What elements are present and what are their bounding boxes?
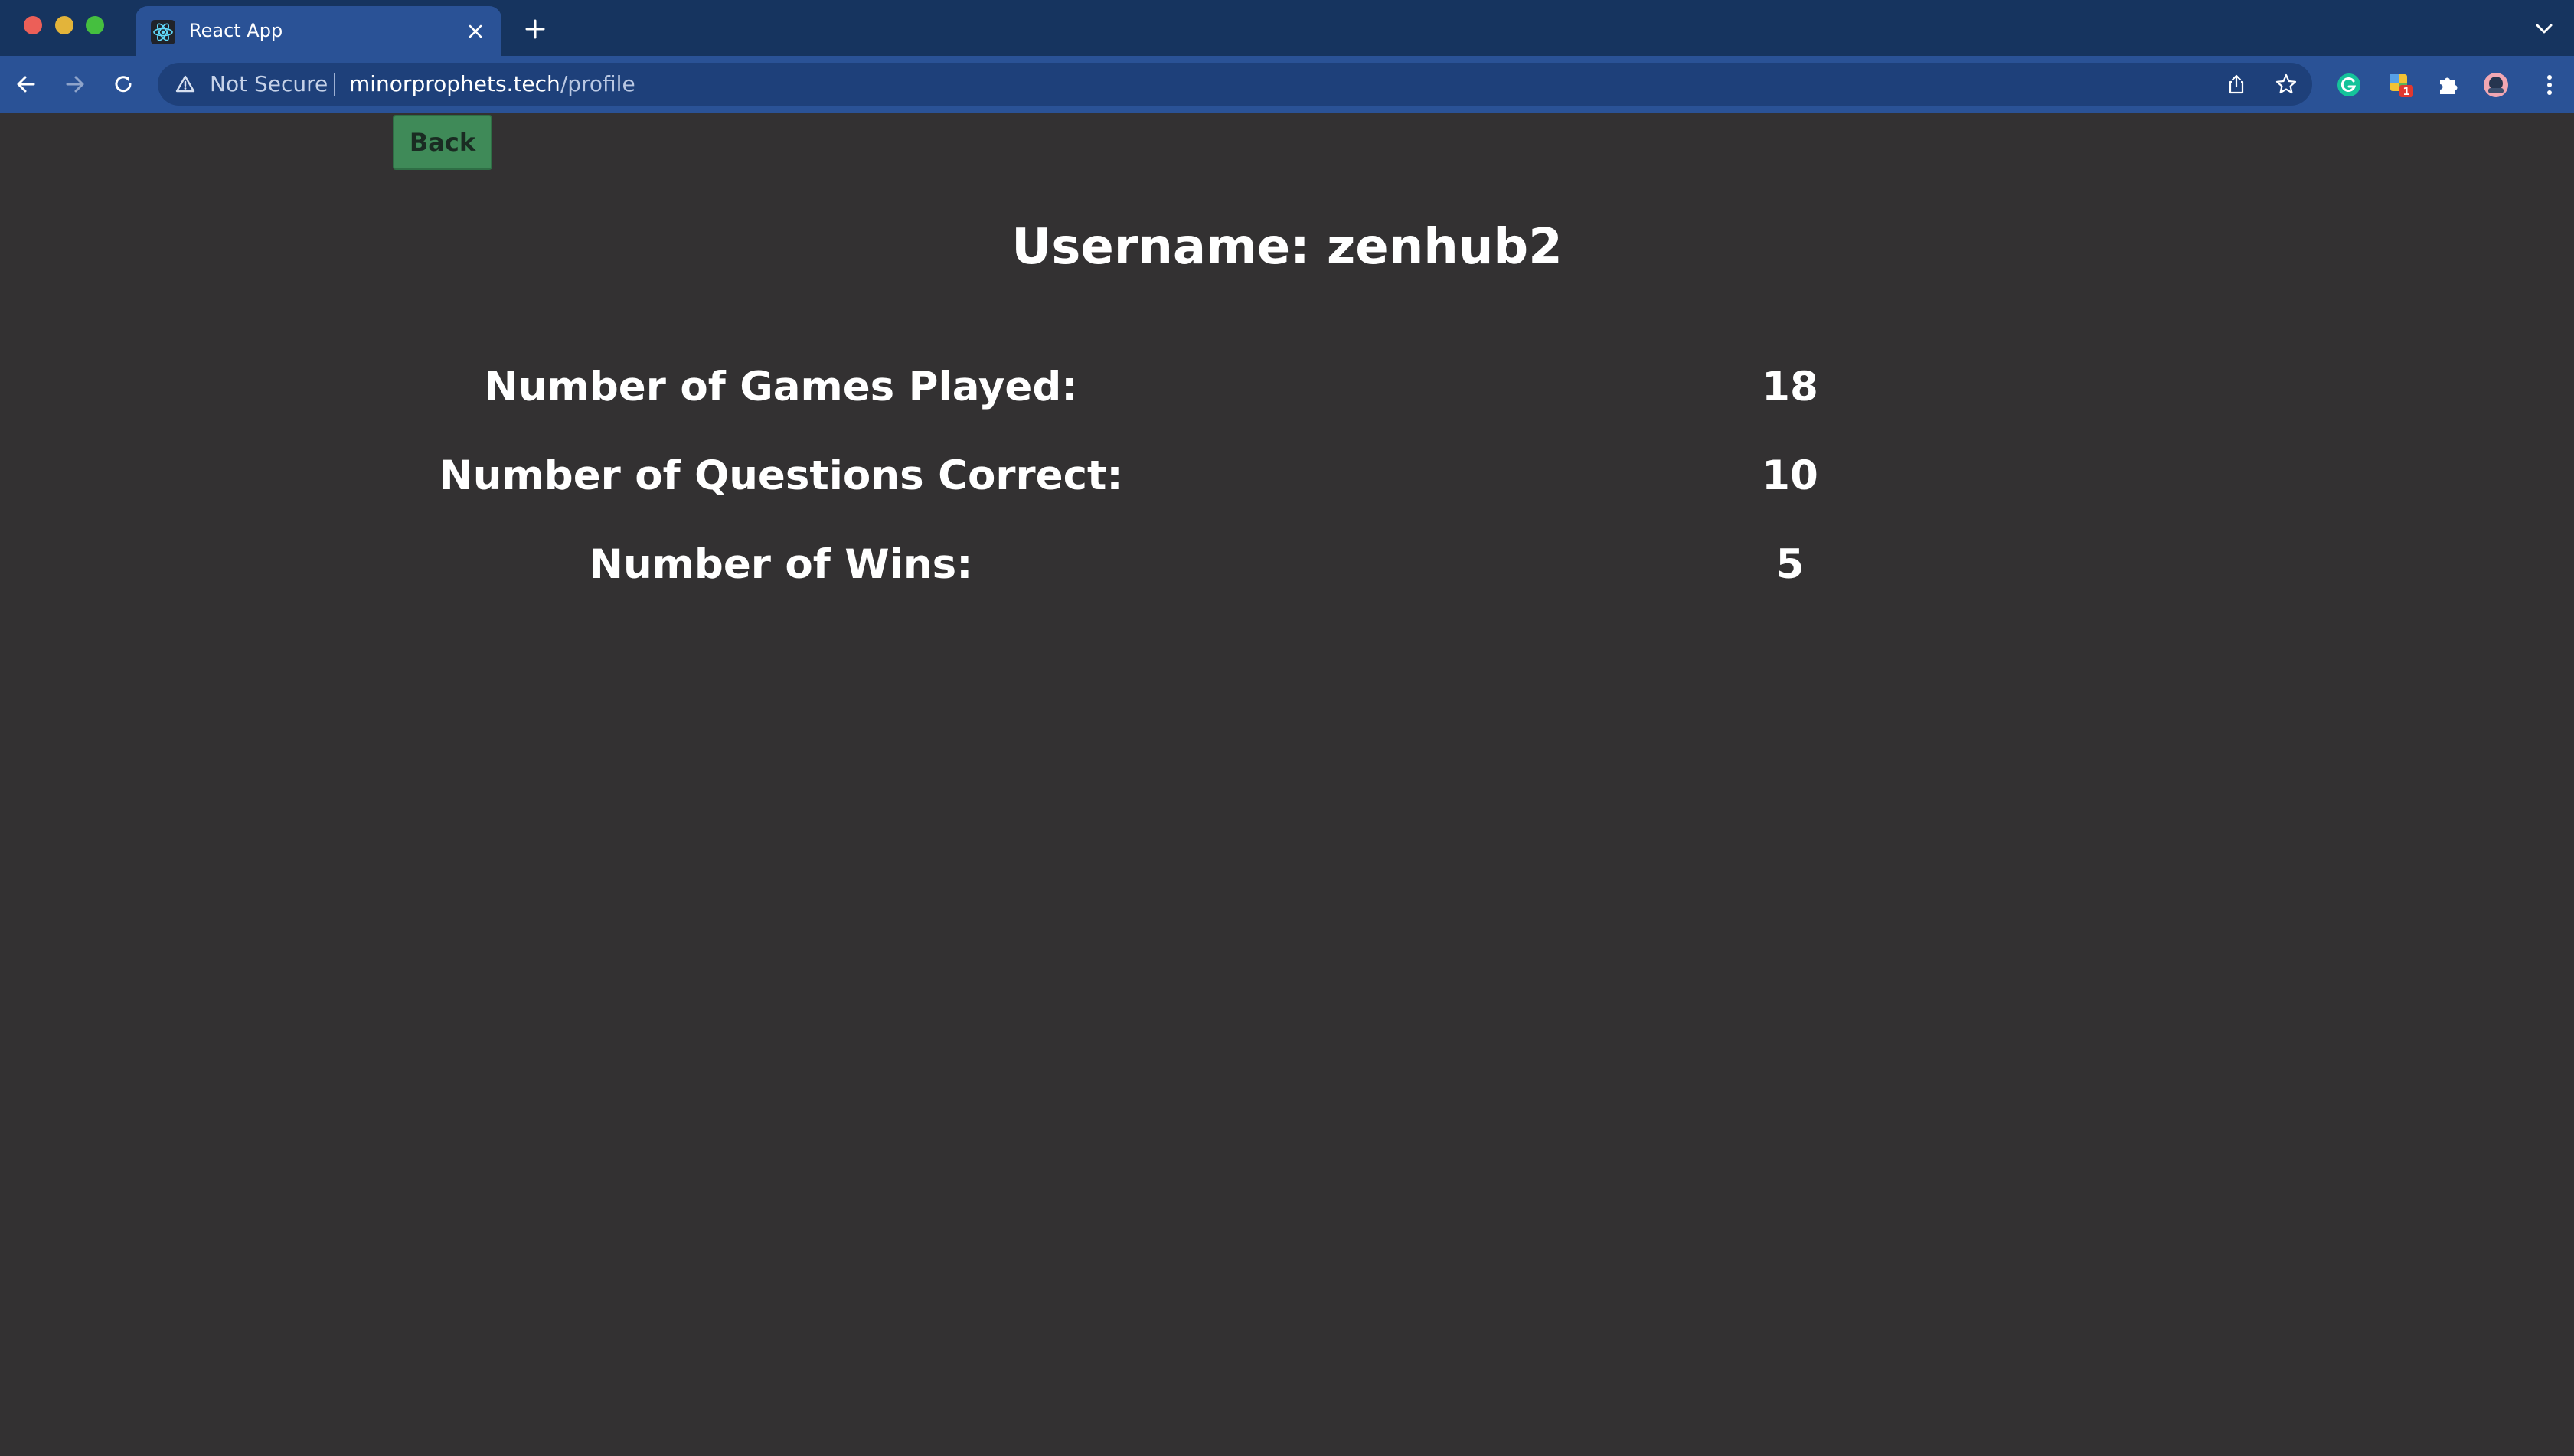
stat-value-games-played: 18 [1762, 364, 1818, 410]
maximize-window-button[interactable] [86, 16, 104, 34]
new-tab-icon[interactable] [523, 17, 547, 41]
bookmark-star-icon[interactable] [2274, 72, 2298, 96]
stat-value-questions-correct: 10 [1762, 452, 1818, 499]
stat-label-questions-correct: Number of Questions Correct: [439, 452, 1123, 499]
reload-icon[interactable] [109, 70, 137, 98]
forward-arrow-icon[interactable] [61, 70, 89, 98]
url-host: minorprophets.tech [349, 71, 560, 96]
browser-tab-active[interactable]: React App [136, 6, 501, 56]
tab-title: React App [189, 20, 283, 41]
address-bar[interactable]: Not Secure minorprophets.tech/profile [158, 63, 2312, 106]
page-content: Back Username: zenhub2 Number of Games P… [0, 113, 2574, 1456]
stat-value-wins: 5 [1775, 541, 1805, 588]
address-separator [334, 73, 335, 96]
warning-icon[interactable] [175, 73, 196, 95]
close-window-button[interactable] [24, 16, 42, 34]
stat-label-wins: Number of Wins: [589, 541, 973, 588]
extension-badge-count: 1 [2403, 87, 2409, 98]
app-root: React App Not Secure minorprophets.tech/… [0, 0, 2574, 1456]
back-arrow-icon[interactable] [12, 70, 40, 98]
browser-tab-strip: React App [0, 0, 2574, 56]
share-icon[interactable] [2225, 73, 2248, 96]
security-status-label[interactable]: Not Secure [210, 70, 328, 99]
minimize-window-button[interactable] [55, 16, 73, 34]
username-heading: Username: zenhub2 [1011, 219, 1563, 276]
chevron-down-icon[interactable] [2533, 20, 2556, 38]
url-path: /profile [560, 71, 635, 96]
back-button[interactable]: Back [393, 115, 492, 170]
browser-toolbar: Not Secure minorprophets.tech/profile 1 [0, 56, 2574, 115]
profile-avatar[interactable] [2482, 71, 2510, 99]
url-text[interactable]: minorprophets.tech/profile [349, 70, 635, 99]
puzzle-icon[interactable] [2435, 71, 2462, 99]
grammarly-icon[interactable] [2335, 71, 2363, 99]
menu-dots-icon[interactable] [2536, 71, 2563, 99]
close-tab-icon[interactable] [463, 19, 488, 44]
react-logo-icon [151, 20, 175, 44]
calendar-extension-icon[interactable]: 1 [2387, 71, 2415, 99]
stat-label-games-played: Number of Games Played: [484, 364, 1078, 410]
